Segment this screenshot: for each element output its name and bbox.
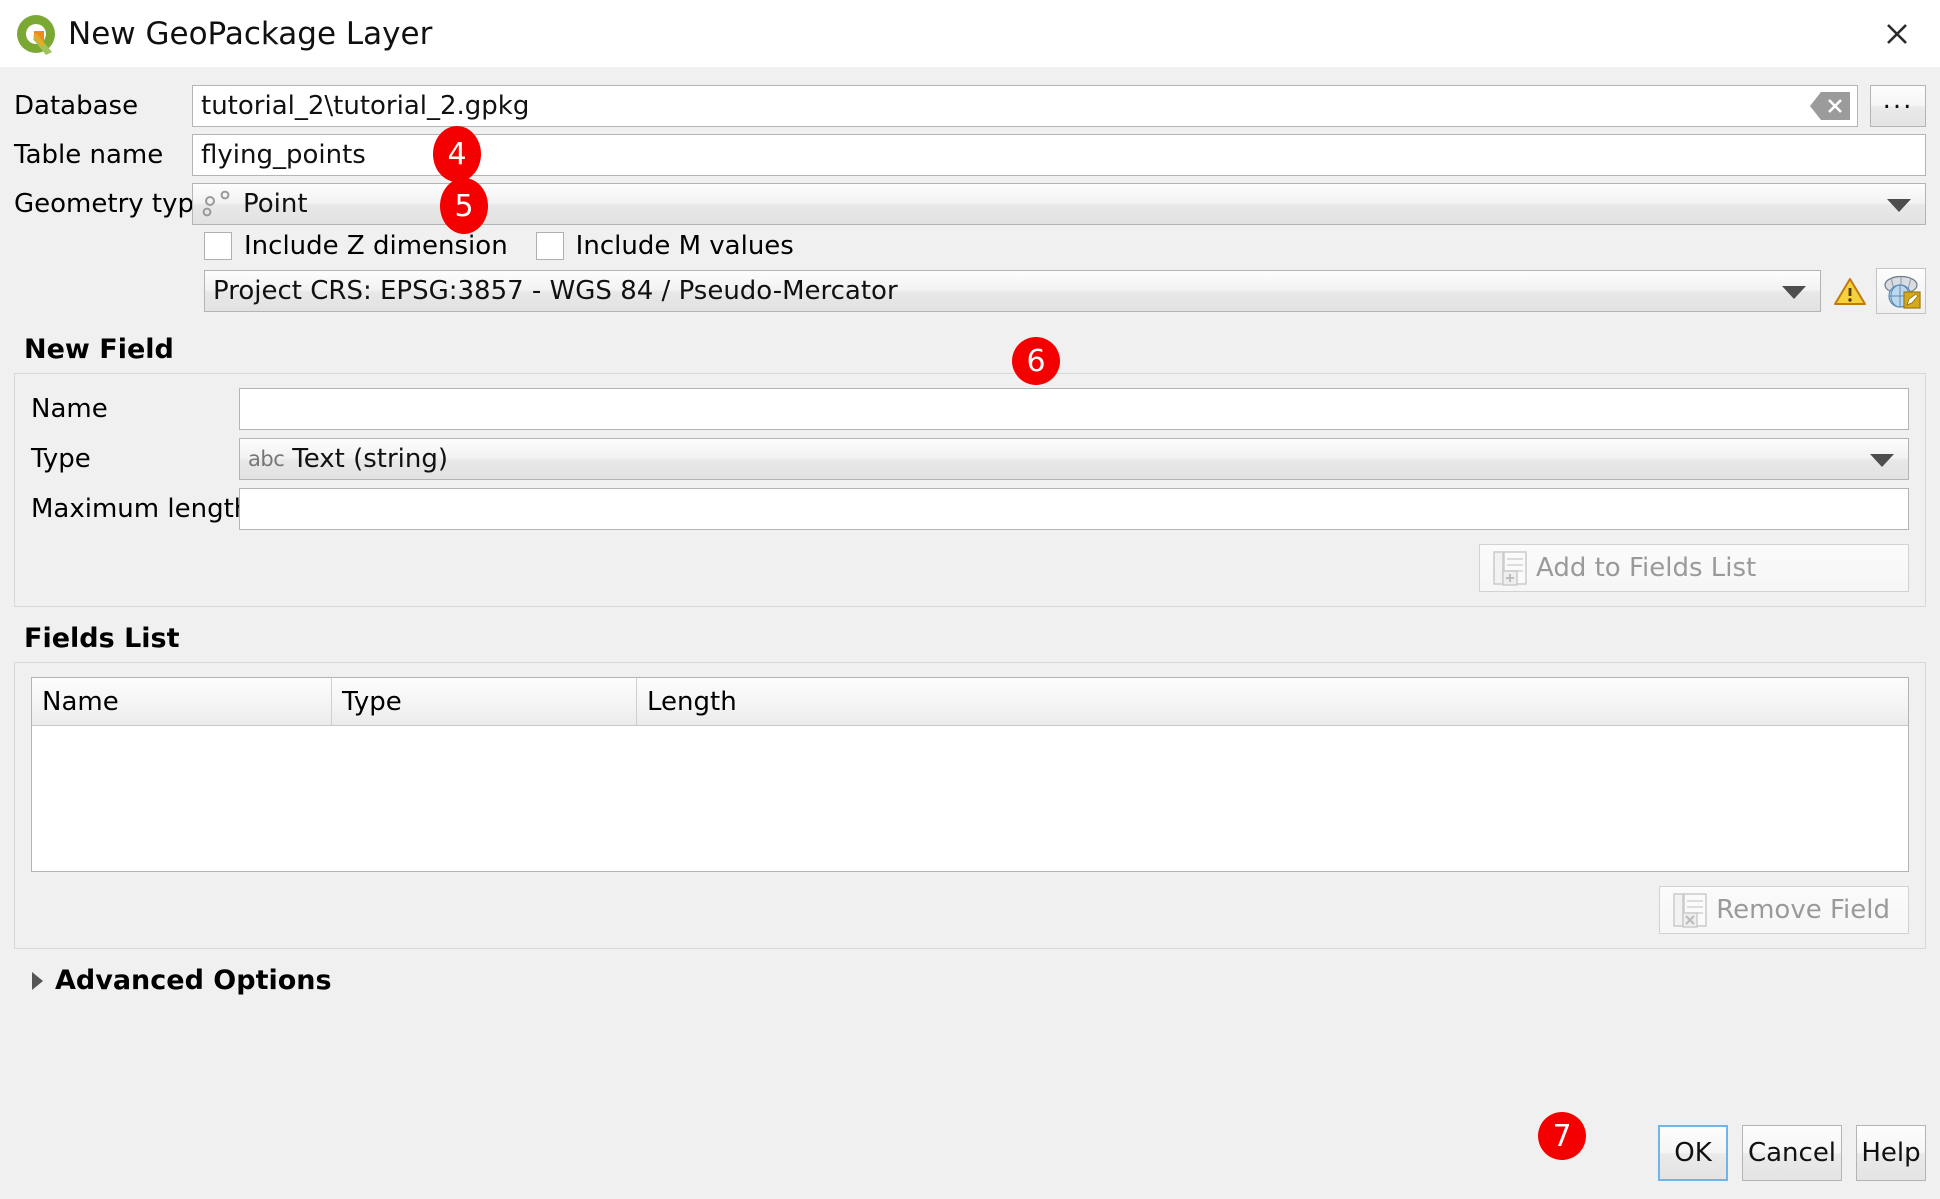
chevron-down-icon [1887,199,1911,212]
add-field-icon [1490,549,1530,587]
remove-field-button[interactable]: Remove Field [1659,886,1909,934]
database-input[interactable]: tutorial_2\tutorial_2.gpkg [192,85,1858,127]
advanced-options-toggle[interactable]: Advanced Options [32,965,1926,996]
table-name-row: Table name flying_points [14,134,1926,176]
advanced-options-label: Advanced Options [55,965,332,996]
geometry-type-combobox[interactable]: Point [192,183,1926,225]
clear-icon[interactable] [1809,91,1851,121]
add-field-row: Add to Fields List [31,544,1909,592]
field-name-row: Name [31,388,1909,430]
field-type-combobox[interactable]: abc Text (string) [239,438,1909,480]
chevron-down-icon [1782,286,1806,299]
chevron-down-icon [1870,454,1894,467]
browse-button[interactable]: ... [1870,85,1926,127]
field-maxlength-row: Maximum length [31,488,1909,530]
database-input-value: tutorial_2\tutorial_2.gpkg [201,91,530,121]
fields-list-title: Fields List [24,623,180,654]
field-type-value: Text (string) [292,444,449,474]
close-icon[interactable] [1870,7,1924,61]
help-button[interactable]: Help [1856,1125,1926,1181]
include-z-label: Include Z dimension [244,231,508,261]
dialog-body: Database tutorial_2\tutorial_2.gpkg ... … [0,67,1940,1199]
database-label: Database [14,91,139,121]
dialog-buttons: OK Cancel Help [1644,1125,1926,1181]
fields-table-body[interactable] [32,726,1908,871]
table-name-label: Table name [14,140,164,170]
select-crs-globe-icon[interactable] [1876,268,1926,314]
crs-combobox[interactable]: Project CRS: EPSG:3857 - WGS 84 / Pseudo… [204,270,1821,312]
warning-icon [1833,276,1867,307]
field-type-row: Type abc Text (string) [31,438,1909,480]
table-name-value: flying_points [201,140,366,170]
new-field-title: New Field [24,334,174,365]
table-name-input[interactable]: flying_points [192,134,1926,176]
chevron-right-icon [32,971,43,990]
column-header-type[interactable]: Type [332,678,637,726]
column-header-length[interactable]: Length [637,678,1908,726]
database-row: Database tutorial_2\tutorial_2.gpkg ... [14,85,1926,127]
include-z-checkbox[interactable] [204,232,232,260]
geometry-type-label: Geometry type [14,189,210,219]
remove-field-row: Remove Field [31,886,1909,934]
remove-field-label: Remove Field [1716,895,1890,925]
fields-list-group: Name Type Length Remove Field [14,662,1926,949]
cancel-button[interactable]: Cancel [1742,1125,1842,1181]
field-maxlength-input[interactable] [239,488,1909,530]
ok-button[interactable]: OK [1658,1125,1728,1181]
dimension-options-row: Include Z dimension Include M values [14,231,1926,261]
include-m-checkbox[interactable] [535,232,564,260]
field-type-label: Type [31,444,91,474]
geometry-type-value: Point [243,189,308,219]
new-field-group: Name Type abc Text (string) Maximum leng… [14,373,1926,607]
field-name-label: Name [31,394,108,424]
add-to-fields-list-button[interactable]: Add to Fields List [1479,544,1909,592]
crs-row: Project CRS: EPSG:3857 - WGS 84 / Pseudo… [14,268,1926,314]
field-name-input[interactable] [239,388,1909,430]
include-m-label: Include M values [575,231,794,261]
fields-table: Name Type Length [31,677,1909,872]
column-header-name[interactable]: Name [32,678,332,726]
remove-field-icon [1670,891,1710,929]
page-title: New GeoPackage Layer [68,15,433,52]
point-geometry-icon [201,189,235,219]
abc-text-icon: abc [248,447,285,471]
qgis-logo-icon [14,12,58,56]
layer-settings-section: Database tutorial_2\tutorial_2.gpkg ... … [14,67,1926,314]
new-geopackage-layer-dialog: New GeoPackage Layer Database tutorial_2… [0,0,1940,1199]
crs-value: Project CRS: EPSG:3857 - WGS 84 / Pseudo… [213,276,898,306]
geometry-type-row: Geometry type Point [14,183,1926,225]
fields-table-header: Name Type Length [32,678,1908,726]
add-to-fields-list-label: Add to Fields List [1536,553,1757,583]
field-maxlength-label: Maximum length [31,494,251,524]
titlebar: New GeoPackage Layer [0,0,1940,67]
